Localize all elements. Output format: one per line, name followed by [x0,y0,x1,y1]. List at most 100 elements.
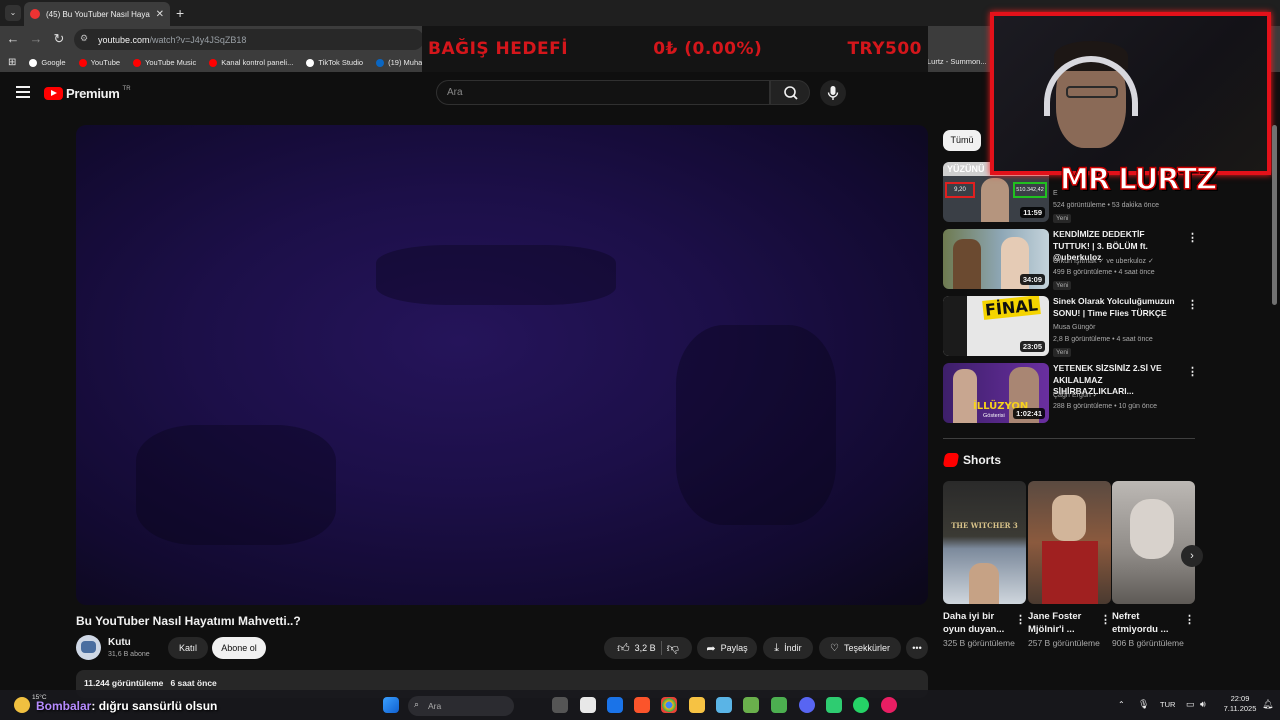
download-button[interactable]: ⤓ İndir [763,637,813,659]
language-indicator[interactable]: TUR [1160,700,1175,709]
share-button[interactable]: ➦ Paylaş [697,637,757,659]
video-duration: 34:09 [1019,274,1045,285]
address-bar[interactable]: youtube.com/watch?v=J4y4JSqZB18 [74,29,424,50]
kebab-menu-icon[interactable]: ⋮ [1187,298,1198,311]
clock[interactable]: 22:09 7.11.2025 [1222,694,1258,714]
whatsapp-icon[interactable] [853,697,869,713]
apps-grid-icon[interactable]: ⊞ [8,57,16,68]
volume-icon[interactable]: 🔊︎ [1200,699,1206,710]
video-thumbnail[interactable]: 34:09 [943,229,1049,289]
video-thumbnail[interactable]: İLLÜZYON Gösterisi 1:02:41 [943,363,1049,423]
new-tab-button[interactable]: + [176,5,184,21]
bookmark-item[interactable]: YouTube [78,58,120,67]
brave-icon[interactable] [634,697,650,713]
bookmark-item[interactable]: YouTube Music [133,58,196,67]
like-dislike-bar[interactable]: 👍︎ 3,2 B 👎︎ [604,637,692,659]
tab-search-button[interactable]: ⌄ [5,5,21,21]
thumb-person-left [953,369,977,423]
back-arrow-icon[interactable]: ← [4,31,22,46]
kebab-menu-icon[interactable]: ⋮ [1187,231,1198,244]
channel-name[interactable]: Çağrı Ergün ✓ [1053,391,1099,399]
tray-chevron-icon[interactable]: ⌃ [1118,700,1125,709]
short-item[interactable]: THE WITCHER 3 Daha iyi bir oyun duyan...… [943,481,1026,649]
join-button[interactable]: Katıl [168,637,208,659]
shorts-next-arrow-icon[interactable]: › [1181,545,1203,567]
short-thumbnail[interactable] [1028,481,1111,604]
video-thumbnail[interactable]: FİNAL 23:05 [943,296,1049,356]
youtube-play-icon [44,87,63,100]
bookmark-label: YouTube Music [145,58,197,67]
hamburger-menu-icon[interactable] [16,86,30,98]
app-icon[interactable] [716,697,732,713]
video-meta: 499 B görüntüleme • 4 saat önce [1053,269,1155,276]
kebab-menu-icon[interactable]: ⋮ [1100,613,1111,626]
bookmark-item[interactable]: Google [29,58,66,67]
subscriber-count: 31,6 B abone [108,651,150,658]
browser-tab[interactable]: (45) Bu YouTuber Nasıl Hayatım ✕ [24,2,170,26]
site-info-icon[interactable]: ⚙ [80,33,88,44]
bookmark-item[interactable]: Kanal kontrol paneli... [209,58,293,67]
channel-name[interactable]: Orkun Işıtmak ✓ ve uberkuloz ✓ [1053,257,1154,265]
bookmark-favicon-icon [78,58,87,67]
chat-username: Bombalar [36,699,92,713]
video-duration: 11:59 [1020,207,1045,218]
kebab-menu-icon[interactable]: ⋮ [1187,365,1198,378]
video-meta: 2,8 B görüntüleme • 4 saat önce [1053,336,1153,343]
recommendation-item[interactable]: İLLÜZYON Gösterisi 1:02:41 YETENEK SİZSİ… [943,363,1198,425]
thumb-dark-strip [943,296,967,356]
donation-amount: 0₺ (0.00%) [653,39,763,59]
bookmark-item-right[interactable]: Lurtz - Summon... [927,57,987,66]
store-icon[interactable] [580,697,596,713]
more-actions-button[interactable]: ••• [906,637,928,659]
short-item[interactable]: Jane Foster Mjölnir'i ... 257 B görüntül… [1028,481,1111,649]
channel-name[interactable]: Kutu [108,637,131,648]
thanks-button[interactable]: ♡ Teşekkürler [819,637,901,659]
video-player[interactable] [76,125,928,605]
taskbar-search[interactable]: Ara [408,696,514,716]
recommendation-item[interactable]: 34:09 KENDİMİZE DEDEKTİF TUTTUK! | 3. BÖ… [943,229,1198,291]
forward-arrow-icon[interactable]: → [27,31,45,46]
bookmark-item[interactable]: (19) Muha [376,58,422,67]
network-icon[interactable]: ▭ [1186,699,1195,710]
windows-start-icon[interactable] [383,697,399,713]
kebab-menu-icon[interactable]: ⋮ [1015,613,1026,626]
short-thumbnail[interactable]: THE WITCHER 3 [943,481,1026,604]
minecraft-alt-icon[interactable] [771,697,787,713]
recommendation-item[interactable]: FİNAL 23:05 Sinek Olarak Yolculuğumuzun … [943,296,1198,358]
app-green-icon[interactable] [826,697,842,713]
subscribe-button[interactable]: Abone ol [212,637,266,659]
bookmark-item[interactable]: TikTok Studio [306,58,363,67]
chrome-icon[interactable] [661,697,677,713]
thumbs-down-icon[interactable]: 👎︎ [667,641,679,656]
video-meta: 524 görüntüleme • 53 dakika önce [1053,202,1159,209]
file-explorer-icon[interactable] [689,697,705,713]
short-thumbnail[interactable] [1112,481,1195,604]
tab-close-icon[interactable]: ✕ [156,9,164,20]
voice-search-button[interactable] [820,80,846,106]
microphone-tray-icon[interactable]: 🎙︎ [1138,699,1149,710]
channel-name[interactable]: Musa Güngör [1053,324,1095,331]
task-view-icon[interactable] [552,697,568,713]
minecraft-icon[interactable] [743,697,759,713]
reload-icon[interactable]: ↻ [50,31,68,47]
search-input[interactable]: Ara [436,80,770,105]
chip-all[interactable]: Tümü [943,130,981,151]
chat-text: : dığru sansürlü olsun [91,699,218,713]
download-label: İndir [784,643,802,653]
webcam-overlay [990,12,1271,175]
youtube-logo[interactable]: Premium TR [44,86,131,101]
bookmark-favicon-icon [209,58,218,67]
thumbs-up-icon[interactable]: 👍︎ [617,641,630,656]
page-scrollbar[interactable] [1272,125,1277,305]
video-title: Bu YouTuber Nasıl Hayatımı Mahvetti..? [76,614,301,628]
new-badge: Yeni [1053,214,1072,223]
channel-avatar[interactable] [76,635,101,660]
youtube-app-icon[interactable] [881,697,897,713]
discord-icon[interactable] [799,697,815,713]
search-button[interactable] [770,80,810,105]
notification-bell-icon[interactable]: 🔔︎ [1262,699,1273,710]
short-thumb-person [969,563,999,604]
kebab-menu-icon[interactable]: ⋮ [1184,613,1195,626]
mail-icon[interactable] [607,697,623,713]
short-item[interactable]: Nefret etmiyordu ... 906 B görüntüleme ⋮ [1112,481,1195,649]
